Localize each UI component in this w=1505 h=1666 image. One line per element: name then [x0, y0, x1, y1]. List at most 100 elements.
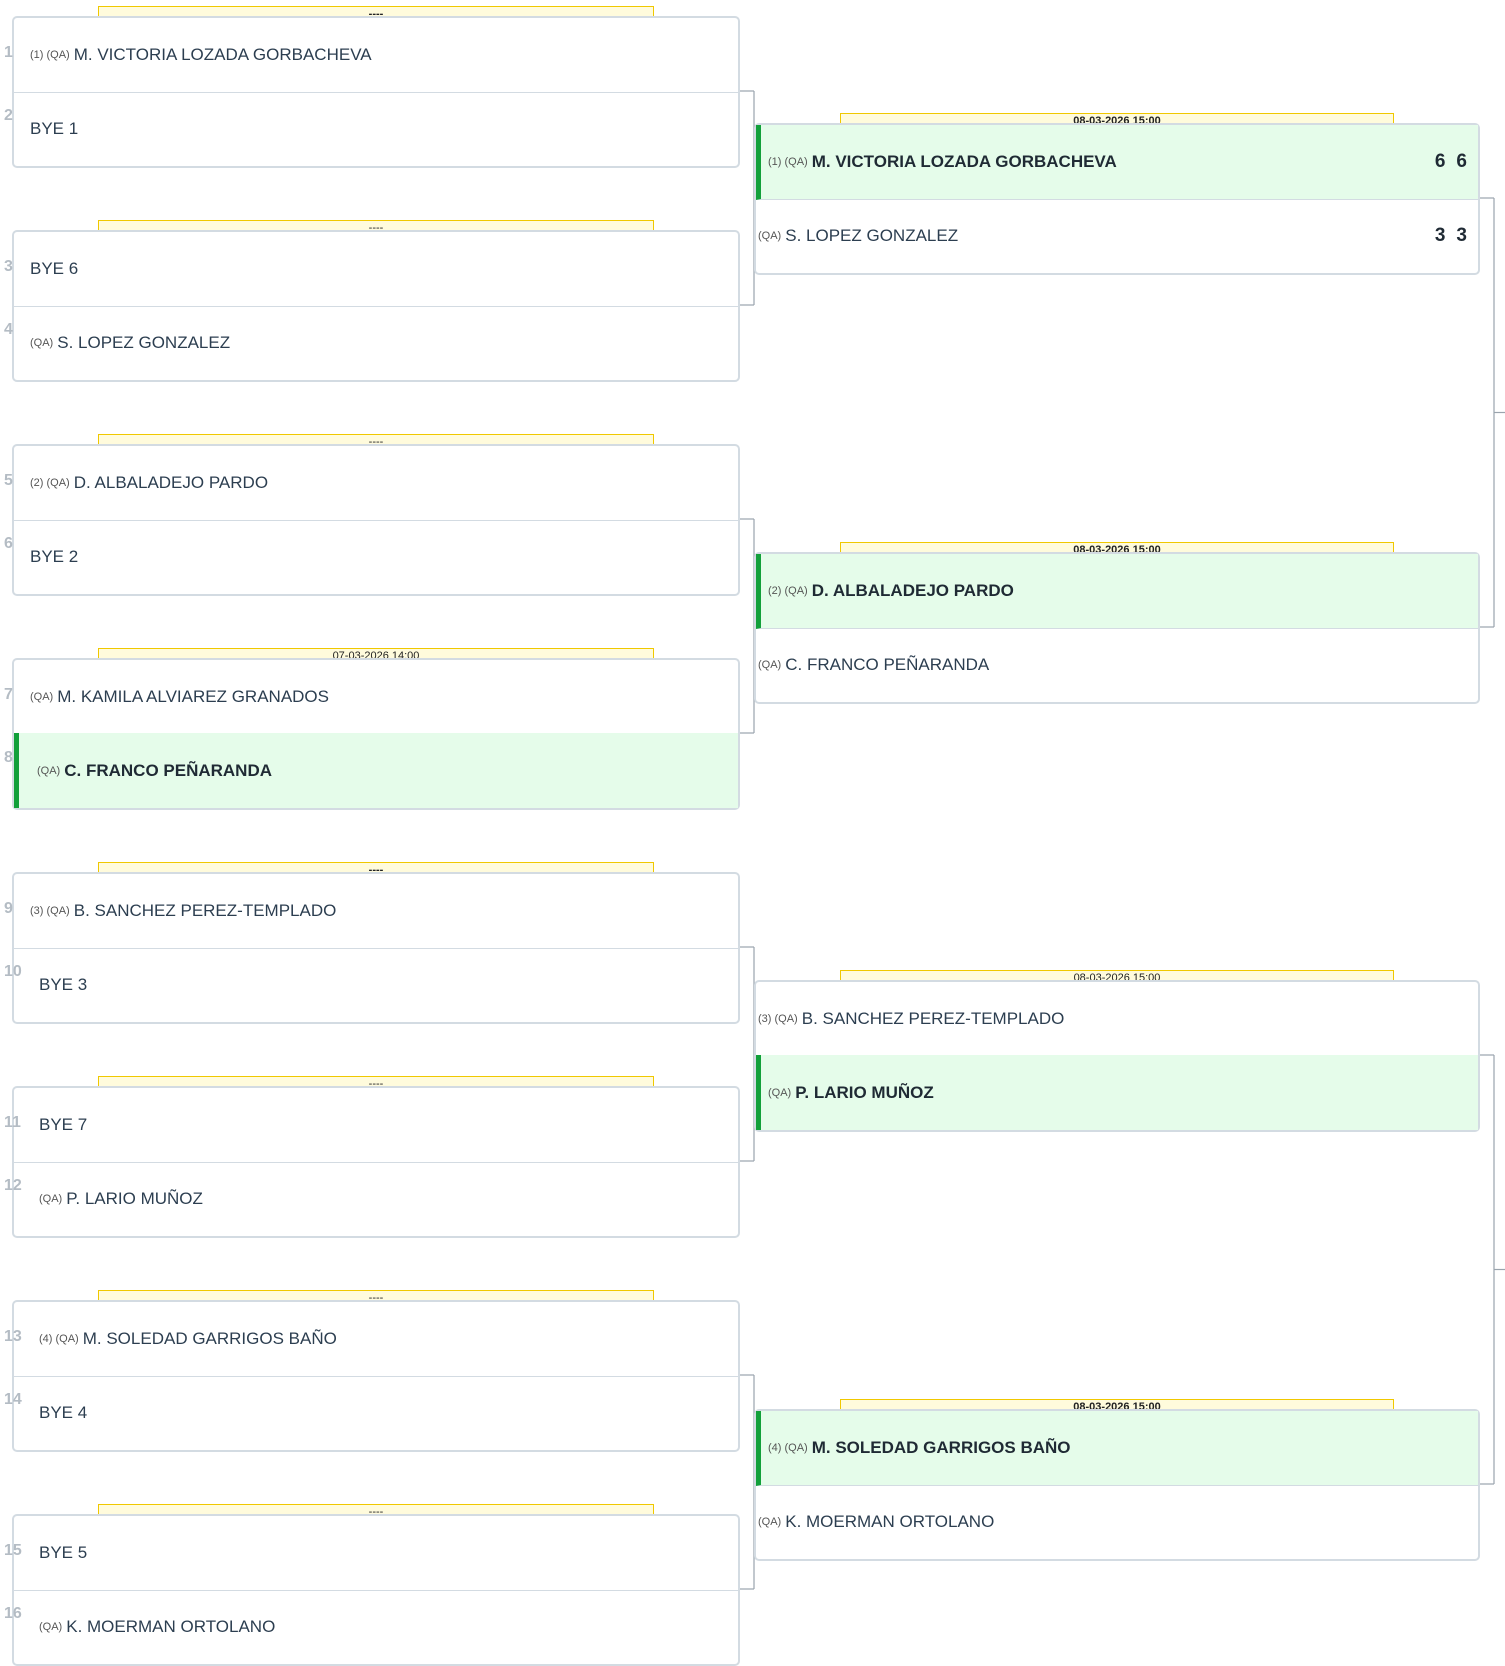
player-name[interactable]: BYE 3: [39, 975, 87, 995]
match-box: (QA) M. KAMILA ALVIAREZ GRANADOS (QA) C. FR…: [12, 658, 740, 810]
draw-position-number: 14: [4, 1391, 22, 1408]
match-box: (4) (QA) M. SOLEDAD GARRIGOS BAÑO BYE 4: [12, 1300, 740, 1452]
player-name[interactable]: D. ALBALADEJO PARDO: [74, 473, 268, 493]
player-seed: (3) (QA): [30, 905, 70, 917]
player-name[interactable]: P. LARIO MUÑOZ: [795, 1083, 934, 1103]
match-box: BYE 7 (QA) P. LARIO MUÑOZ: [12, 1086, 740, 1238]
draw-position-number: 4: [4, 321, 13, 338]
player-seed: (QA): [758, 658, 782, 671]
player-name[interactable]: M. SOLEDAD GARRIGOS BAÑO: [812, 1438, 1071, 1458]
player-slot-bottom[interactable]: (QA) C. FRANCO PEÑARANDA: [14, 733, 738, 808]
player-slot-bottom[interactable]: BYE 2: [14, 519, 738, 594]
draw-position-number: 8: [4, 749, 13, 766]
draw-position-number: 13: [4, 1328, 22, 1345]
player-seed: (QA): [30, 691, 54, 703]
draw-position-number: 9: [4, 900, 13, 917]
set-score: 6: [1456, 151, 1468, 172]
player-seed: (QA): [37, 764, 61, 777]
draw-position-number: 7: [4, 686, 13, 703]
match-box: BYE 6 (QA) S. LOPEZ GONZALEZ: [12, 230, 740, 382]
player-seed: (QA): [758, 229, 782, 242]
draw-position-number: 12: [4, 1177, 22, 1194]
player-name[interactable]: BYE 1: [30, 119, 78, 139]
player-slot-bottom[interactable]: BYE 4: [14, 1375, 738, 1450]
draw-position-number: 3: [4, 258, 13, 275]
player-seed: (QA): [39, 1192, 63, 1205]
match-box: (2) (QA) D. ALBALADEJO PARDO BYE 2: [12, 444, 740, 596]
set-score: 3: [1434, 224, 1447, 246]
player-name[interactable]: C. FRANCO PEÑARANDA: [64, 761, 272, 781]
match-box: BYE 5 (QA) K. MOERMAN ORTOLANO: [12, 1514, 740, 1666]
player-seed: (3) (QA): [758, 1013, 798, 1025]
draw-position-number: 10: [4, 963, 22, 980]
set-score: 6: [1434, 151, 1447, 172]
player-name[interactable]: M. VICTORIA LOZADA GORBACHEVA: [812, 152, 1117, 172]
match-box: (4) (QA) M. SOLEDAD GARRIGOS BAÑO (QA) K. M…: [754, 1409, 1480, 1561]
player-name[interactable]: M. VICTORIA LOZADA GORBACHEVA: [74, 45, 372, 65]
player-name[interactable]: BYE 4: [39, 1403, 87, 1423]
player-seed: (2) (QA): [768, 585, 808, 597]
player-name[interactable]: S. LOPEZ GONZALEZ: [785, 226, 958, 246]
match-box: (3) (QA) B. SANCHEZ PEREZ-TEMPLADO BYE 3: [12, 872, 740, 1024]
player-name[interactable]: M. KAMILA ALVIAREZ GRANADOS: [57, 687, 329, 707]
set-score: 3: [1456, 224, 1468, 246]
player-name[interactable]: D. ALBALADEJO PARDO: [812, 581, 1014, 601]
player-seed: (QA): [758, 1515, 782, 1528]
draw-position-number: 1: [4, 44, 13, 61]
player-name[interactable]: BYE 6: [30, 259, 78, 279]
player-seed: (QA): [39, 1620, 63, 1633]
draw-position-number: 11: [4, 1114, 21, 1131]
player-seed: (1) (QA): [768, 156, 808, 168]
player-name[interactable]: B. SANCHEZ PEREZ-TEMPLADO: [74, 901, 337, 921]
player-slot-top[interactable]: (3) (QA) B. SANCHEZ PEREZ-TEMPLADO: [14, 874, 738, 949]
player-slot-bottom[interactable]: (QA) K. MOERMAN ORTOLANO: [756, 1484, 1478, 1559]
player-slot-top[interactable]: (1) (QA) M. VICTORIA LOZADA GORBACHEVA: [14, 18, 738, 93]
draw-position-number: 15: [4, 1542, 22, 1559]
player-slot-top[interactable]: (2) (QA) D. ALBALADEJO PARDO: [14, 446, 738, 521]
player-slot-bottom[interactable]: (QA) P. LARIO MUÑOZ: [756, 1055, 1478, 1130]
player-name[interactable]: S. LOPEZ GONZALEZ: [57, 333, 230, 353]
match-box: (1) (QA) M. VICTORIA LOZADA GORBACHEVA 6 6(…: [754, 123, 1480, 275]
player-slot-bottom[interactable]: (QA) S. LOPEZ GONZALEZ 3 3: [756, 198, 1478, 273]
tournament-bracket: ---- (1) (QA) M. VICTORIA LOZADA GORBACHEV…: [0, 0, 1505, 1666]
player-name[interactable]: C. FRANCO PEÑARANDA: [785, 655, 989, 675]
set-scores: 66: [1425, 151, 1468, 173]
match-box: (2) (QA) D. ALBALADEJO PARDO (QA) C. FRANCO…: [754, 552, 1480, 704]
player-slot-top[interactable]: (2) (QA) D. ALBALADEJO PARDO: [756, 554, 1478, 629]
player-name[interactable]: BYE 7: [39, 1115, 87, 1135]
player-slot-top[interactable]: (QA) M. KAMILA ALVIAREZ GRANADOS: [14, 660, 738, 735]
draw-position-number: 6: [4, 535, 13, 552]
player-slot-top[interactable]: (4) (QA) M. SOLEDAD GARRIGOS BAÑO: [14, 1302, 738, 1377]
player-slot-bottom[interactable]: (QA) K. MOERMAN ORTOLANO: [14, 1589, 738, 1664]
set-scores: 33: [1425, 225, 1468, 247]
player-slot-bottom[interactable]: (QA) C. FRANCO PEÑARANDA: [756, 627, 1478, 702]
draw-position-number: 2: [4, 107, 13, 124]
player-slot-top[interactable]: (4) (QA) M. SOLEDAD GARRIGOS BAÑO: [756, 1411, 1478, 1486]
player-name[interactable]: BYE 2: [30, 547, 78, 567]
player-slot-top[interactable]: (3) (QA) B. SANCHEZ PEREZ-TEMPLADO: [756, 982, 1478, 1057]
match-box: (3) (QA) B. SANCHEZ PEREZ-TEMPLADO (QA) P. …: [754, 980, 1480, 1132]
player-seed: (QA): [30, 336, 54, 349]
player-name[interactable]: B. SANCHEZ PEREZ-TEMPLADO: [802, 1009, 1065, 1029]
player-slot-top[interactable]: BYE 5: [14, 1516, 738, 1591]
player-seed: (QA): [768, 1086, 792, 1099]
player-slot-bottom[interactable]: BYE 3: [14, 947, 738, 1022]
player-name[interactable]: P. LARIO MUÑOZ: [66, 1189, 203, 1209]
player-slot-top[interactable]: BYE 7: [14, 1088, 738, 1163]
player-slot-bottom[interactable]: BYE 1: [14, 91, 738, 166]
player-name[interactable]: K. MOERMAN ORTOLANO: [785, 1512, 994, 1532]
player-slot-bottom[interactable]: (QA) S. LOPEZ GONZALEZ: [14, 305, 738, 380]
player-seed: (1) (QA): [30, 49, 70, 61]
player-seed: (4) (QA): [768, 1442, 808, 1454]
player-seed: (2) (QA): [30, 477, 70, 489]
player-seed: (4) (QA): [39, 1333, 79, 1345]
player-slot-top[interactable]: (1) (QA) M. VICTORIA LOZADA GORBACHEVA 6 6: [756, 125, 1478, 200]
player-slot-top[interactable]: BYE 6: [14, 232, 738, 307]
player-name[interactable]: K. MOERMAN ORTOLANO: [66, 1617, 275, 1637]
draw-position-number: 5: [4, 472, 13, 489]
player-name[interactable]: BYE 5: [39, 1543, 87, 1563]
draw-position-number: 16: [4, 1605, 22, 1622]
player-name[interactable]: M. SOLEDAD GARRIGOS BAÑO: [83, 1329, 337, 1349]
player-slot-bottom[interactable]: (QA) P. LARIO MUÑOZ: [14, 1161, 738, 1236]
match-box: (1) (QA) M. VICTORIA LOZADA GORBACHEVA BYE…: [12, 16, 740, 168]
